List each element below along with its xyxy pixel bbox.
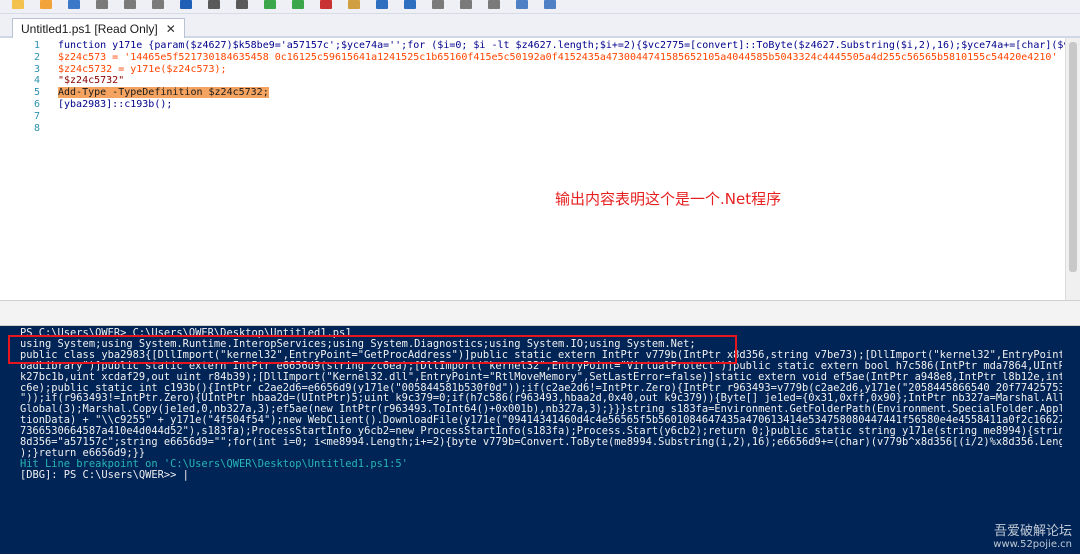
watermark: 吾爱破解论坛 www.52pojie.cn (993, 520, 1072, 550)
redo-icon[interactable] (234, 0, 250, 10)
show-command-icon-glyph (544, 0, 556, 9)
layout-top-icon[interactable] (430, 0, 446, 10)
line-number: 5 (33, 87, 40, 99)
delete-icon[interactable] (178, 0, 194, 10)
highlight-box (8, 335, 737, 364)
remote-icon-glyph (376, 0, 388, 9)
close-icon[interactable]: ✕ (166, 22, 176, 36)
line-number: 1 (33, 40, 40, 51)
cut-icon-glyph (96, 0, 108, 9)
watermark-name: 吾爱破解论坛 (993, 524, 1072, 539)
code-line: "$z24c5732" (58, 75, 1070, 87)
new-file-icon[interactable] (10, 0, 26, 10)
line-number: 2 (33, 51, 40, 63)
code-area[interactable]: function y171e {param($z4627)$k58be9='a5… (58, 40, 1070, 134)
new-file-icon-glyph (12, 0, 24, 9)
line-number: 4 (33, 75, 40, 87)
code-line: function y171e {param($z4627)$k58be9='a5… (58, 40, 1070, 52)
code-line-text: [yba2983]::c193b(); (58, 98, 173, 110)
debug-icon-glyph (348, 0, 360, 9)
code-line-text: function y171e {param($z4627)$k58be9='a5… (58, 40, 1070, 51)
show-command-icon[interactable] (542, 0, 558, 10)
tab-strip: Untitled1.ps1 [Read Only] ✕ (0, 14, 1080, 38)
console-line: c6e);public static int c193b(){IntPtr c2… (20, 382, 1062, 394)
code-line-text: $z24c5732 = y171e($z24c573); (58, 63, 227, 75)
annotation-text: 输出内容表明这个是一个.Net程序 (555, 190, 782, 208)
code-line-text: Add-Type -TypeDefinition $z24c5732; (58, 87, 269, 99)
layout-max-icon-glyph (488, 0, 500, 9)
tab-title: Untitled1.ps1 [Read Only] (21, 21, 158, 36)
save-icon-glyph (68, 0, 80, 9)
console-line: k27bc1b,uint xcdaf29,out uint r84b39);[D… (20, 371, 1062, 383)
run-selection-icon-glyph (292, 0, 304, 9)
run-icon[interactable] (262, 0, 278, 10)
console-pane[interactable]: PS C:\Users\QWER> C:\Users\QWER\Desktop\… (0, 326, 1080, 554)
help-icon[interactable] (402, 0, 418, 10)
console-line: Global(3);Marshal.Copy(je1ed,0,nb327a,3)… (20, 404, 1062, 416)
line-number: 6 (33, 98, 40, 110)
layout-right-icon[interactable] (458, 0, 474, 10)
console-line: 8d356="a57157c";string e6656d9="";for(in… (20, 437, 1062, 448)
delete-icon-glyph (180, 0, 192, 9)
editor-scrollbar[interactable] (1065, 38, 1080, 300)
remote-icon[interactable] (374, 0, 390, 10)
open-folder-icon[interactable] (38, 0, 54, 10)
copy-icon[interactable] (122, 0, 138, 10)
paste-icon[interactable] (150, 0, 166, 10)
script-pane-icon-glyph (516, 0, 528, 9)
paste-icon-glyph (152, 0, 164, 9)
code-line-text: $z24c573 = '14465e5f521730184635458 0c16… (58, 51, 1058, 63)
console-line: Hit Line breakpoint on 'C:\Users\QWER\De… (20, 458, 408, 470)
help-icon-glyph (404, 0, 416, 9)
stop-icon[interactable] (318, 0, 334, 10)
console-line: "));if(r963493!=IntPtr.Zero){UIntPtr hba… (20, 393, 1062, 405)
tab-untitled1[interactable]: Untitled1.ps1 [Read Only] ✕ (12, 18, 185, 38)
undo-icon[interactable] (206, 0, 222, 10)
line-number: 3 (33, 63, 40, 75)
layout-right-icon-glyph (460, 0, 472, 9)
stop-icon-glyph (320, 0, 332, 9)
code-line-text: "$z24c5732" (58, 75, 125, 87)
redo-icon-glyph (236, 0, 248, 9)
console-line: [DBG]: PS C:\Users\QWER>> | (20, 469, 189, 481)
console-line: );}return e6656d9;}} (20, 447, 146, 459)
debug-icon[interactable] (346, 0, 362, 10)
code-line: $z24c573 = '14465e5f521730184635458 0c16… (58, 52, 1070, 64)
pane-splitter[interactable] (0, 300, 1080, 326)
layout-max-icon[interactable] (486, 0, 502, 10)
line-number-gutter: 12345678 (0, 38, 54, 134)
console-line: tionData) + "\\c9255" + y171e("4f504f54"… (20, 415, 1062, 427)
console-line: 7366530664587a410e4d044d52"),s183fa);Pro… (20, 426, 1062, 438)
open-folder-icon-glyph (40, 0, 52, 9)
layout-top-icon-glyph (432, 0, 444, 9)
run-selection-icon[interactable] (290, 0, 306, 10)
code-line: $z24c5732 = y171e($z24c573); (58, 64, 1070, 76)
scrollbar-thumb[interactable] (1069, 42, 1077, 272)
watermark-url: www.52pojie.cn (993, 539, 1072, 550)
undo-icon-glyph (208, 0, 220, 9)
script-editor[interactable]: 12345678 function y171e {param($z4627)$k… (0, 38, 1080, 300)
run-icon-glyph (264, 0, 276, 9)
save-icon[interactable] (66, 0, 82, 10)
code-line: Add-Type -TypeDefinition $z24c5732; (58, 87, 1070, 99)
line-number: 8 (33, 122, 40, 134)
script-pane-icon[interactable] (514, 0, 530, 10)
copy-icon-glyph (124, 0, 136, 9)
toolbar (0, 0, 1080, 14)
line-number: 7 (33, 110, 40, 122)
cut-icon[interactable] (94, 0, 110, 10)
code-line: [yba2983]::c193b(); (58, 99, 1070, 111)
